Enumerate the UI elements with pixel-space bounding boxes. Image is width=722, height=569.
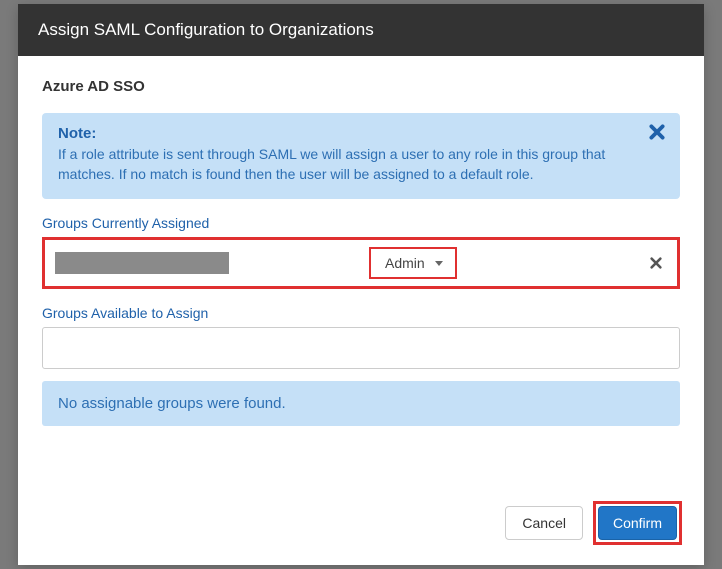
modal-footer: Cancel Confirm: [18, 487, 704, 565]
modal-title: Assign SAML Configuration to Organizatio…: [38, 20, 374, 39]
modal-header: Assign SAML Configuration to Organizatio…: [18, 4, 704, 56]
group-name-redacted: [55, 252, 229, 274]
available-section-label: Groups Available to Assign: [42, 305, 680, 321]
available-groups-input[interactable]: [42, 327, 680, 369]
remove-group-icon[interactable]: [649, 256, 663, 270]
confirm-highlight: Confirm: [593, 501, 682, 545]
modal-body: Azure AD SSO Note: If a role attribute i…: [18, 56, 704, 487]
assign-saml-modal: Assign SAML Configuration to Organizatio…: [18, 4, 704, 565]
config-name: Azure AD SSO: [42, 78, 680, 95]
role-dropdown-value: Admin: [385, 255, 425, 271]
close-icon[interactable]: [648, 123, 666, 141]
confirm-button[interactable]: Confirm: [598, 506, 677, 540]
chevron-down-icon: [435, 261, 443, 266]
note-box: Note: If a role attribute is sent throug…: [42, 113, 680, 199]
assigned-section-label: Groups Currently Assigned: [42, 215, 680, 231]
cancel-button[interactable]: Cancel: [505, 506, 583, 540]
no-groups-message: No assignable groups were found.: [42, 381, 680, 426]
assigned-group-row: Admin: [42, 237, 680, 289]
note-title: Note:: [58, 125, 664, 142]
role-dropdown[interactable]: Admin: [369, 247, 457, 279]
note-text: If a role attribute is sent through SAML…: [58, 144, 664, 185]
